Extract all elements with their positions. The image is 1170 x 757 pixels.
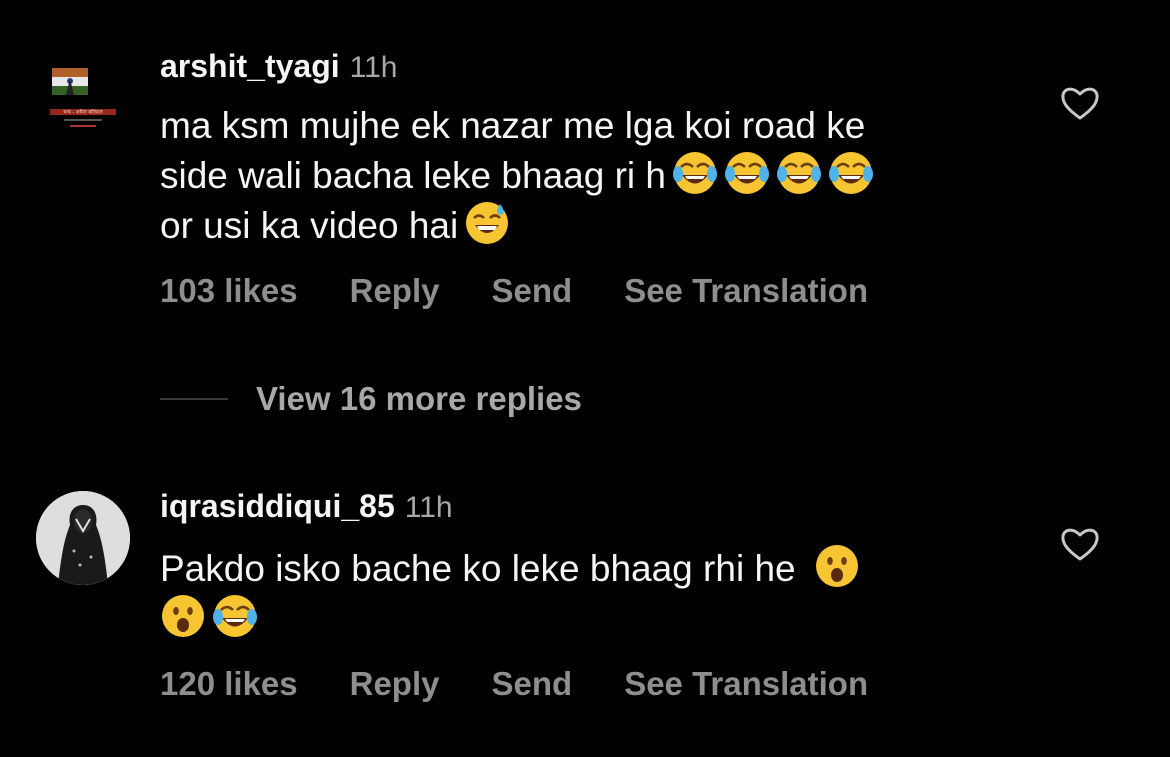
like-heart-icon[interactable]	[1060, 85, 1100, 121]
reply-button[interactable]: Reply	[350, 665, 440, 703]
face-with-tears-of-joy-emoji	[724, 150, 770, 196]
face-with-tears-of-joy-emoji	[672, 150, 718, 196]
like-count[interactable]: 120 likes	[160, 665, 298, 703]
avatar-image	[36, 491, 130, 585]
comment-item: iqrasiddiqui_85 11h Pakdo isko bache ko …	[0, 470, 1170, 757]
username[interactable]: arshit_tyagi	[160, 48, 340, 85]
grinning-face-with-sweat-emoji	[464, 200, 510, 246]
send-button[interactable]: Send	[492, 665, 573, 703]
comment-header: arshit_tyagi 11h	[160, 48, 397, 85]
comment-text: ma ksm mujhe ek nazar me lga koi road ke…	[160, 102, 1000, 250]
comment-line: ma ksm mujhe ek nazar me lga koi road ke	[160, 105, 866, 146]
comment-line: Pakdo isko bache ko leke bhaag rhi he	[160, 543, 1000, 593]
send-button[interactable]: Send	[492, 272, 573, 310]
avatar[interactable]	[36, 491, 130, 585]
face-with-tears-of-joy-emoji	[212, 593, 258, 639]
comment-line: side wali bacha leke bhaag ri h	[160, 150, 1000, 200]
comment-item: धन्य - अमित बलिदान arshit_tyagi 11h ma k…	[0, 0, 1170, 330]
comment-actions: 120 likes Reply Send See Translation	[160, 665, 920, 703]
like-heart-icon[interactable]	[1060, 526, 1100, 562]
username[interactable]: iqrasiddiqui_85	[160, 488, 395, 525]
view-more-replies[interactable]: View 16 more replies	[160, 380, 582, 418]
comment-text: Pakdo isko bache ko leke bhaag rhi he	[160, 543, 1000, 643]
like-count[interactable]: 103 likes	[160, 272, 298, 310]
avatar-text: धन्य - अमित बलिदान	[63, 109, 102, 116]
see-translation-button[interactable]: See Translation	[624, 665, 868, 703]
avatar-image: धन्य - अमित बलिदान	[36, 49, 130, 143]
face-with-tears-of-joy-emoji	[828, 150, 874, 196]
comment-line: or usi ka video hai	[160, 200, 1000, 250]
comment-line	[160, 593, 1000, 643]
face-with-open-mouth-emoji	[160, 593, 206, 639]
reply-button[interactable]: Reply	[350, 272, 440, 310]
comment-actions: 103 likes Reply Send See Translation	[160, 272, 920, 310]
comment-header: iqrasiddiqui_85 11h	[160, 488, 453, 525]
face-with-tears-of-joy-emoji	[776, 150, 822, 196]
see-translation-button[interactable]: See Translation	[624, 272, 868, 310]
timestamp: 11h	[404, 491, 453, 524]
timestamp: 11h	[349, 51, 398, 84]
avatar[interactable]: धन्य - अमित बलिदान	[36, 49, 130, 143]
divider-line	[160, 398, 228, 400]
face-with-open-mouth-emoji	[814, 543, 860, 589]
view-more-replies-label[interactable]: View 16 more replies	[256, 380, 582, 418]
